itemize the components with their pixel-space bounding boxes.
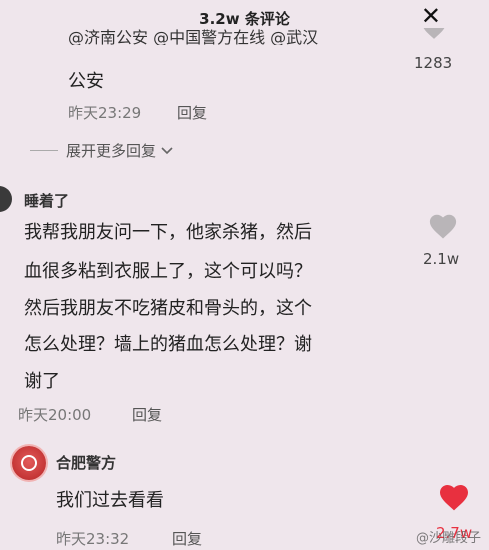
comment-time: 昨天23:32 <box>56 530 130 548</box>
liked-heart-icon[interactable] <box>438 482 470 512</box>
reply-button[interactable]: 回复 <box>172 528 202 549</box>
comment-mentions-text: @济南公安 @中国警方在线 @武汉 <box>68 28 319 45</box>
chevron-down-icon <box>161 146 173 154</box>
comment-text-line: 怎么处理？墙上的猪血怎么处理？谢 <box>24 334 312 355</box>
comment-time: 昨天20:00 <box>18 406 92 424</box>
watermark-text: @沙雕段子 <box>415 531 481 546</box>
comment-username[interactable]: 睡着了 <box>24 190 69 211</box>
like-count: 1283 <box>414 54 453 72</box>
weibo-watermark: @沙雕段子 <box>416 527 481 546</box>
comment-username[interactable]: 合肥警方 <box>56 452 116 473</box>
police-badge-icon <box>21 455 37 471</box>
reply-button[interactable]: 回复 <box>132 404 162 425</box>
comment-text-line: 我帮我朋友问一下，他家杀猪，然后 <box>24 222 312 243</box>
comment-text-line: 血很多粘到衣服上了，这个可以吗？ <box>24 261 312 282</box>
avatar[interactable] <box>0 186 12 212</box>
like-count: 2.1w <box>423 250 460 268</box>
comment-text: 公安 <box>68 71 104 92</box>
comment-time: 昨天23:29 <box>68 104 142 122</box>
close-icon[interactable]: ✕ <box>421 4 441 28</box>
heart-icon[interactable] <box>428 212 458 240</box>
comment-text-line: 谢了 <box>24 371 60 392</box>
expand-replies-button[interactable]: 展开更多回复 <box>30 140 174 161</box>
comment-text: 我们过去看看 <box>56 490 164 511</box>
comment-count-title: 3.2w 条评论 <box>199 9 290 28</box>
reply-button[interactable]: 回复 <box>177 102 207 123</box>
comment-text-line: 然后我朋友不吃猪皮和骨头的，这个 <box>24 298 312 319</box>
divider-line <box>30 150 58 151</box>
avatar[interactable] <box>12 446 46 480</box>
heart-icon[interactable] <box>421 28 447 42</box>
expand-replies-label: 展开更多回复 <box>66 142 157 160</box>
